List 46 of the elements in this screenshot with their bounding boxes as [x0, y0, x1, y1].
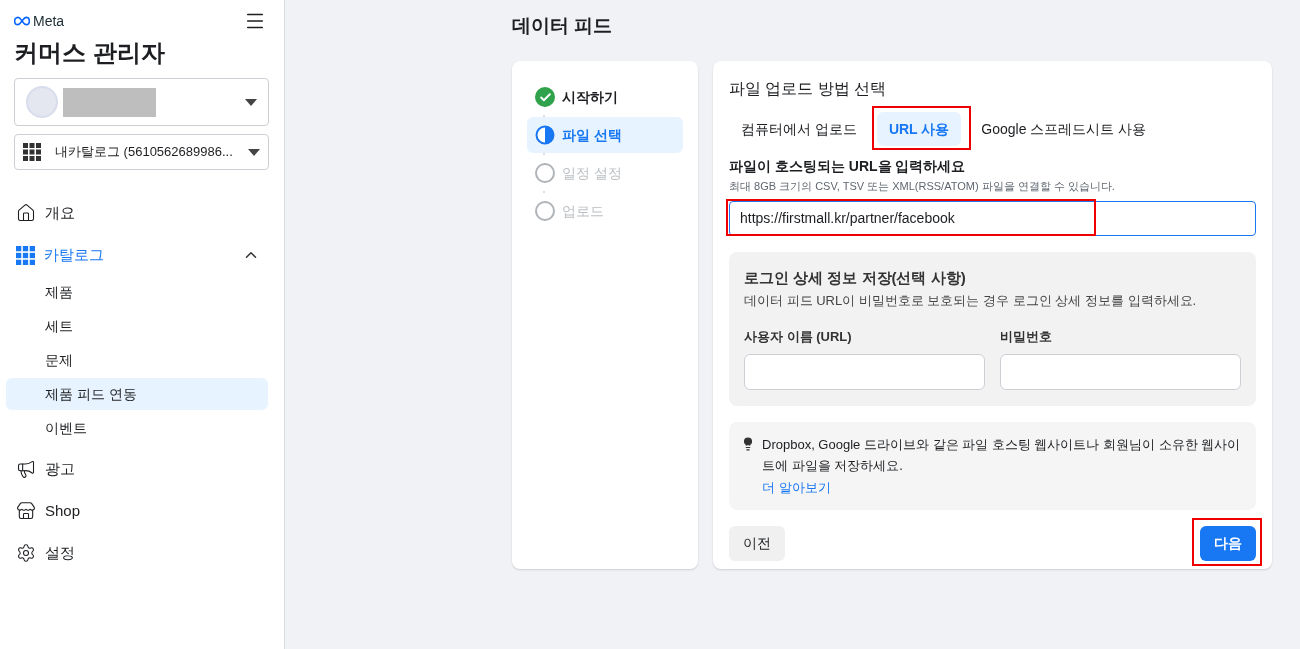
nav-subitem[interactable]: 세트 — [6, 310, 268, 342]
field-label: 비밀번호 — [1000, 327, 1053, 346]
text-field[interactable] — [1000, 354, 1241, 390]
url-field[interactable]: https://firstmall.kr/partner/facebook — [729, 200, 1256, 236]
text-field[interactable] — [744, 354, 985, 390]
nav-item[interactable]: Shop — [14, 490, 276, 532]
tab[interactable]: URL 사용 — [876, 112, 962, 146]
megaphone-icon — [16, 459, 36, 479]
avatar — [26, 86, 58, 118]
app-title: 커머스 관리자 — [14, 38, 166, 68]
caret-icon — [245, 98, 257, 106]
section-heading: 파일 업로드 방법 선택 — [729, 79, 888, 99]
home-icon — [16, 203, 36, 223]
nav-item[interactable]: 설정 — [14, 532, 276, 574]
learn-more-link[interactable]: 더 알아보기 — [762, 478, 831, 498]
brand-name: Meta — [33, 11, 65, 31]
field-label: 사용자 이름 (URL) — [744, 327, 853, 346]
catalog-grid-icon — [23, 143, 41, 161]
tab[interactable]: Google 스프레드시트 사용 — [969, 112, 1159, 146]
panel-title: 로그인 상세 정보 저장(선택 사항) — [744, 267, 967, 288]
nav-subitem[interactable]: 제품 — [6, 276, 268, 308]
nav-item[interactable]: 개요 — [14, 192, 276, 234]
nav-item[interactable]: 광고 — [14, 448, 276, 490]
tab[interactable]: 컴퓨터에서 업로드 — [729, 112, 869, 146]
nav-subitem[interactable]: 이벤트 — [6, 412, 268, 444]
caret-icon — [248, 148, 260, 156]
nav-subitem[interactable]: 문제 — [6, 344, 268, 376]
lightbulb-icon — [741, 436, 755, 452]
panel-description: 데이터 피드 URL이 비밀번호로 보호되는 경우 로그인 상세 정보를 입력하세요. — [744, 292, 1198, 310]
field-hint: 최대 8GB 크기의 CSV, TSV 또는 XML(RSS/ATOM) 파일을 연결할 수 있습니다. — [729, 179, 1116, 194]
account-select[interactable] — [14, 78, 269, 126]
grid-icon — [16, 245, 35, 265]
store-icon — [16, 501, 36, 521]
next-button[interactable]: 다음 — [1200, 525, 1256, 561]
tip-text: Dropbox, Google 드라이브와 같은 파일 호스팅 웹사이트나 회원님이 소유한 웹사이트에 파일을 저장하세요. — [762, 436, 1242, 475]
nav-item[interactable]: 카탈로그 — [14, 234, 276, 276]
step-item[interactable]: 시작하기 — [527, 79, 683, 115]
field-label: 파일이 호스팅되는 URL을 입력하세요 — [729, 157, 967, 176]
nav-subitem[interactable]: 제품 피드 연동 — [6, 378, 268, 410]
half-circle-icon — [535, 125, 555, 145]
infinity-logo-icon — [14, 16, 30, 26]
step-item[interactable]: 파일 선택 — [527, 117, 683, 153]
settings-icon — [16, 543, 36, 563]
catalog-select[interactable]: 내카탈로그 (5610562689986... — [14, 134, 269, 170]
back-button[interactable]: 이전 — [729, 525, 785, 561]
page-title: 데이터 피드 — [512, 14, 614, 38]
